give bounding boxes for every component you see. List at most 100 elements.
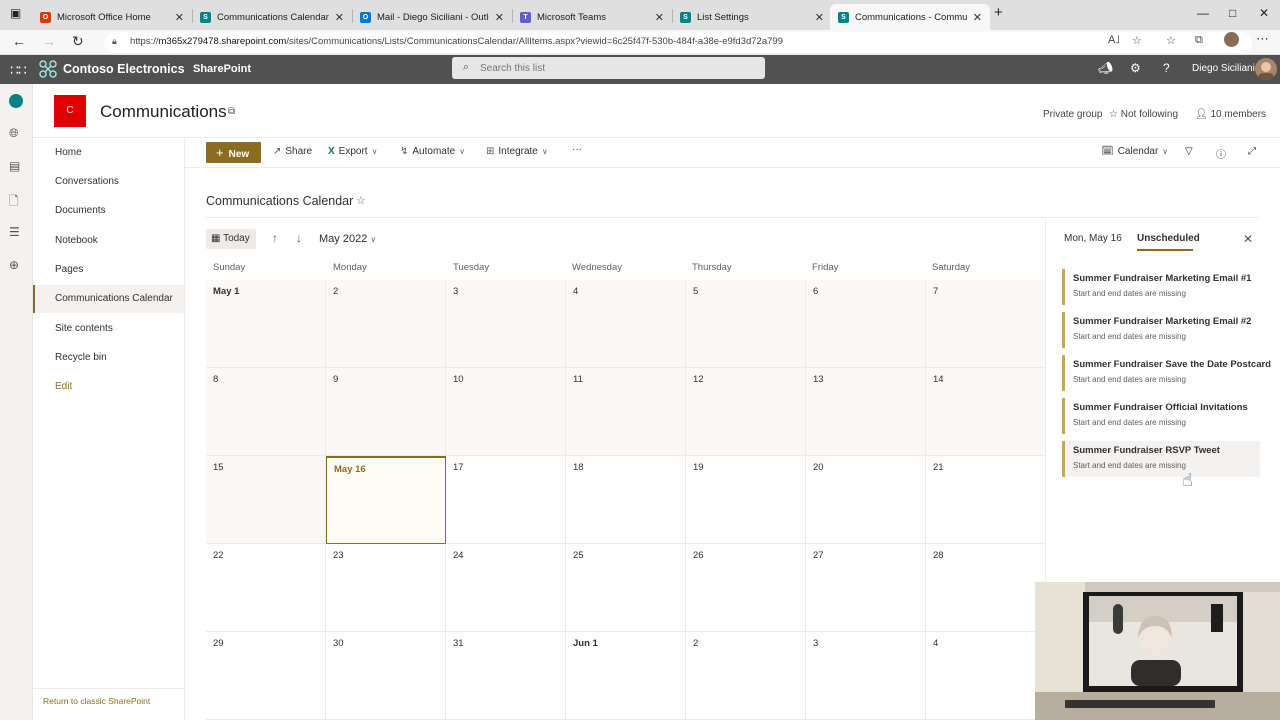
unscheduled-item[interactable]: Summer Fundraiser Marketing Email #2 Sta… (1062, 312, 1260, 348)
calendar-day-cell[interactable]: 9 (326, 368, 446, 456)
nav-edit-link[interactable]: Edit (33, 373, 184, 401)
calendar-day-cell[interactable]: 2 (326, 280, 446, 368)
members-button[interactable]: 👤︎ 10 members (1195, 109, 1266, 120)
close-tab-icon[interactable]: ✕ (495, 11, 504, 24)
browser-tab-communications-active[interactable]: S Communications - Communicatio ✕ (830, 4, 990, 30)
calendar-day-cell[interactable]: May 1 (206, 280, 326, 368)
return-to-classic-link[interactable]: Return to classic SharePoint (33, 688, 184, 720)
browser-tab-list-settings[interactable]: S List Settings ✕ (672, 4, 832, 30)
more-commands-icon[interactable]: ··· (572, 144, 582, 155)
calendar-day-cell[interactable]: 30 (326, 632, 446, 720)
calendar-day-cell[interactable]: 17 (446, 456, 566, 544)
calendar-day-cell[interactable]: 31 (446, 632, 566, 720)
calendar-day-cell[interactable]: 26 (686, 544, 806, 632)
nav-item-communications-calendar[interactable]: Communications Calendar (33, 285, 184, 313)
calendar-day-cell[interactable]: 12 (686, 368, 806, 456)
window-close-icon[interactable]: ✕ (1259, 6, 1269, 20)
calendar-day-cell[interactable]: 23 (326, 544, 446, 632)
close-pane-icon[interactable]: ✕ (1243, 232, 1253, 246)
user-avatar[interactable] (1255, 58, 1277, 80)
unscheduled-item[interactable]: Summer Fundraiser Official Invitations S… (1062, 398, 1260, 434)
search-box[interactable]: ⌕ (452, 57, 765, 79)
calendar-day-cell[interactable]: 22 (206, 544, 326, 632)
user-name[interactable]: Diego Siciliani (1192, 63, 1255, 74)
automate-button[interactable]: ↯ Automate ∨ (400, 146, 465, 157)
calendar-day-cell[interactable]: 21 (926, 456, 1046, 544)
previous-month-icon[interactable]: ↑ (272, 231, 278, 245)
calendar-day-cell[interactable]: 5 (686, 280, 806, 368)
follow-button[interactable]: ☆ Not following (1109, 109, 1178, 120)
file-icon[interactable]: 🗋︎ (9, 192, 19, 213)
browser-menu-icon[interactable]: ⋯ (1256, 31, 1269, 47)
calendar-day-cell[interactable]: 20 (806, 456, 926, 544)
megaphone-icon[interactable]: 📣︎ (1098, 61, 1113, 75)
help-icon[interactable]: ? (1163, 61, 1170, 75)
calendar-day-cell[interactable]: 10 (446, 368, 566, 456)
profile-avatar[interactable] (1224, 32, 1239, 47)
browser-tab-outlook[interactable]: O Mail - Diego Siciliani - Outlook ✕ (352, 4, 512, 30)
calendar-day-cell[interactable]: 2 (686, 632, 806, 720)
share-button[interactable]: ↗ Share (273, 146, 312, 157)
close-tab-icon[interactable]: ✕ (655, 11, 664, 24)
tab-unscheduled[interactable]: Unscheduled (1137, 233, 1200, 251)
calendar-day-cell[interactable]: 3 (806, 632, 926, 720)
new-button[interactable]: + New (206, 142, 261, 163)
tab-actions-icon[interactable]: ▣ (10, 6, 21, 20)
browser-tab-teams[interactable]: T Microsoft Teams ✕ (512, 4, 672, 30)
calendar-day-cell[interactable]: 6 (806, 280, 926, 368)
calendar-day-cell[interactable]: 3 (446, 280, 566, 368)
app-launcher-icon[interactable]: ∷∷ (10, 62, 27, 79)
unscheduled-item[interactable]: Summer Fundraiser Save the Date Postcard… (1062, 355, 1271, 391)
unscheduled-item[interactable]: Summer Fundraiser Marketing Email #1 Sta… (1062, 269, 1260, 305)
calendar-day-cell[interactable]: 25 (566, 544, 686, 632)
filter-icon[interactable]: ▽ (1185, 146, 1193, 157)
tracking-prevention-icon[interactable]: ☆ (1132, 34, 1142, 47)
site-logo[interactable]: C (54, 95, 86, 127)
nav-item-notebook[interactable]: Notebook (33, 227, 184, 255)
calendar-day-cell[interactable]: 18 (566, 456, 686, 544)
calendar-day-cell-today[interactable]: May 16 (326, 456, 446, 544)
calendar-day-cell[interactable]: 8 (206, 368, 326, 456)
browser-tab-communications-calendar[interactable]: S Communications Calendar - Sum ✕ (192, 4, 352, 30)
close-tab-icon[interactable]: ✕ (973, 11, 982, 24)
refresh-icon[interactable]: ↻ (72, 33, 84, 50)
export-button[interactable]: X Export ∨ (328, 146, 377, 157)
next-month-icon[interactable]: ↓ (296, 231, 302, 245)
contoso-logo-icon[interactable] (38, 59, 58, 79)
teams-icon[interactable]: ⧉ (228, 106, 235, 117)
calendar-day-cell[interactable]: 15 (206, 456, 326, 544)
collections-icon[interactable]: ⧉ (1195, 34, 1203, 47)
nav-item-recycle-bin[interactable]: Recycle bin (33, 344, 184, 372)
minimize-icon[interactable]: — (1197, 6, 1209, 20)
nav-item-home[interactable]: Home (33, 139, 184, 167)
calendar-day-cell[interactable]: 24 (446, 544, 566, 632)
nav-item-documents[interactable]: Documents (33, 197, 184, 225)
favorites-icon[interactable]: ☆ (1166, 34, 1176, 47)
info-icon[interactable]: ⓘ (1216, 146, 1226, 161)
month-selector[interactable]: May 2022 ∨ (319, 233, 376, 245)
forward-icon[interactable]: → (42, 33, 56, 49)
calendar-day-cell[interactable]: 28 (926, 544, 1046, 632)
back-icon[interactable]: ← (12, 33, 26, 49)
calendar-day-cell[interactable]: 27 (806, 544, 926, 632)
read-aloud-icon[interactable]: A˩ (1108, 34, 1120, 46)
unscheduled-item[interactable]: Summer Fundraiser RSVP Tweet Start and e… (1062, 441, 1260, 477)
nav-item-pages[interactable]: Pages (33, 256, 184, 284)
calendar-day-cell[interactable]: 29 (206, 632, 326, 720)
calendar-day-cell[interactable]: 7 (926, 280, 1046, 368)
calendar-day-cell[interactable]: 11 (566, 368, 686, 456)
settings-gear-icon[interactable]: ⚙ (1130, 61, 1141, 75)
browser-tab-office-home[interactable]: O Microsoft Office Home ✕ (32, 4, 192, 30)
search-input[interactable] (480, 60, 750, 76)
list-icon[interactable]: ☰ (9, 225, 20, 239)
tab-selected-date[interactable]: Mon, May 16 (1064, 233, 1122, 244)
calendar-day-cell[interactable]: 4 (926, 632, 1046, 720)
sharepoint-home-icon[interactable] (9, 94, 23, 108)
globe-icon[interactable]: 🌐︎ (9, 126, 19, 141)
view-selector[interactable]: 🗓︎ Calendar ∨ (1101, 146, 1168, 157)
news-icon[interactable]: ▤ (9, 159, 20, 173)
url-field[interactable]: 🔒︎ https://m365x279478.sharepoint.com/si… (104, 32, 1252, 53)
favorite-star-icon[interactable]: ☆ (356, 194, 366, 207)
close-tab-icon[interactable]: ✕ (335, 11, 344, 24)
expand-icon[interactable]: ⤢ (1248, 146, 1256, 157)
